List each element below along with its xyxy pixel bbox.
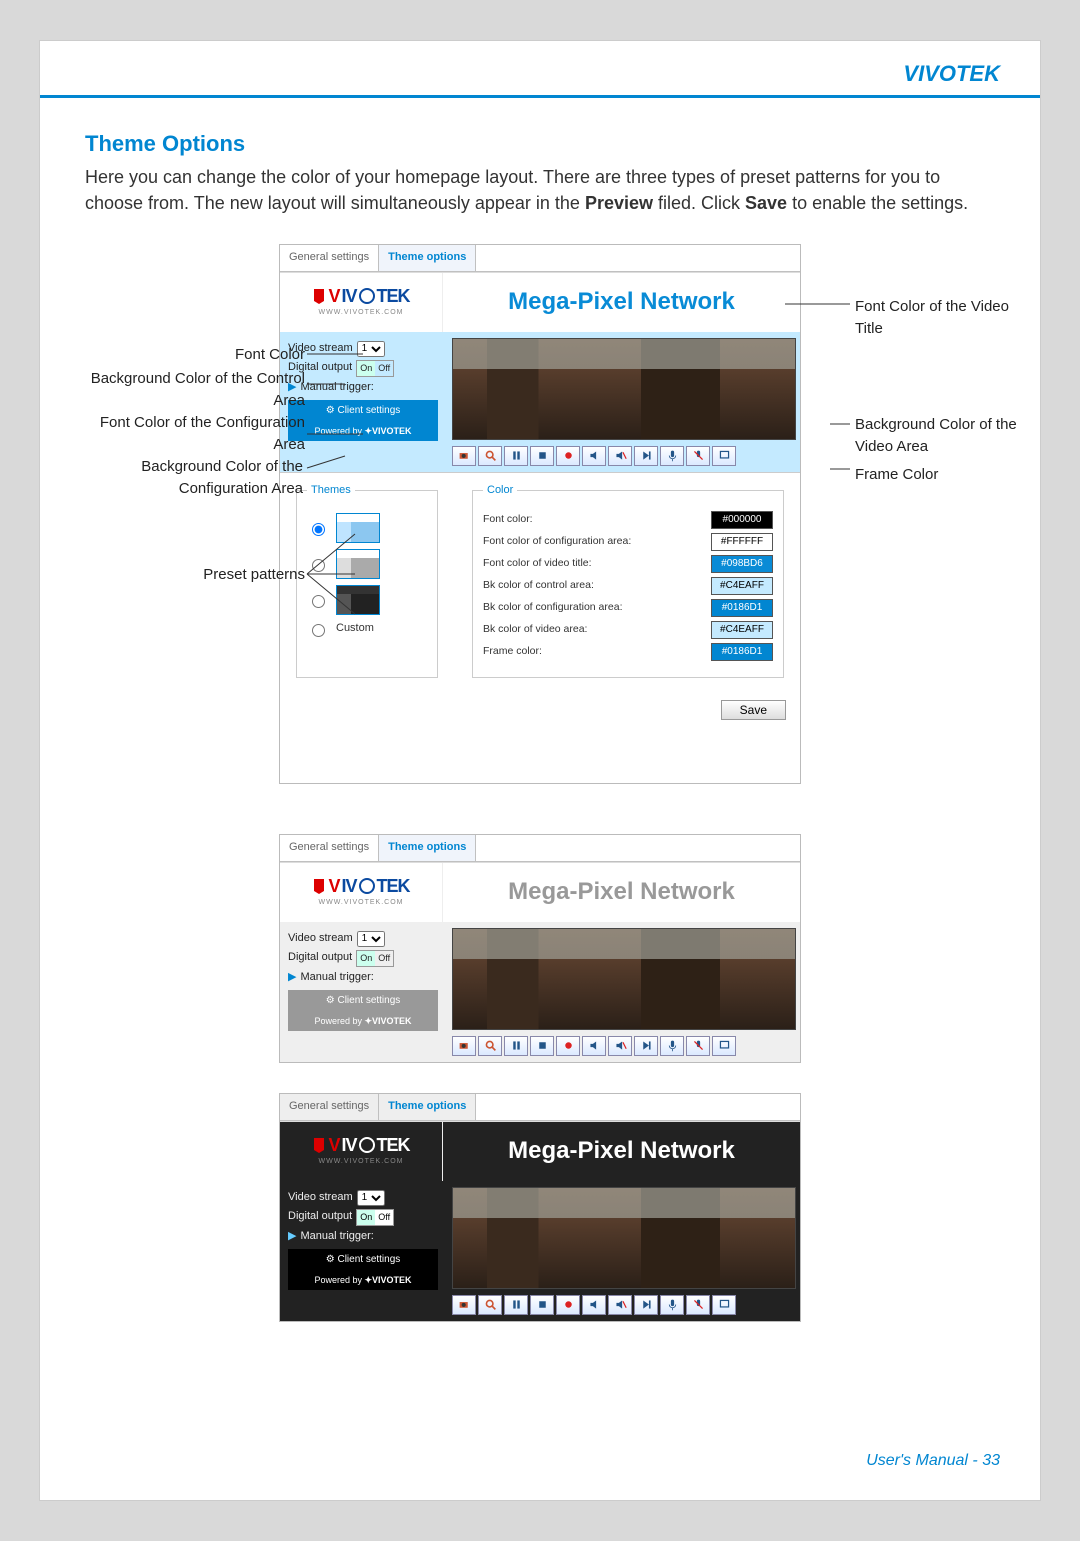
color-value[interactable]: #FFFFFF [711,533,773,551]
tab-general[interactable]: General settings [280,245,379,271]
logo: VIVTEK [312,873,409,899]
color-label: Font color of configuration area: [483,534,631,549]
page-footer: User's Manual - 33 [40,1432,1040,1500]
pause-icon[interactable] [504,1295,528,1315]
next-icon[interactable] [634,1295,658,1315]
color-label: Font color of video title: [483,556,592,571]
fullscreen-icon[interactable] [712,1295,736,1315]
tab-theme[interactable]: Theme options [379,1094,476,1120]
stop-icon[interactable] [530,446,554,466]
color-value[interactable]: #098BD6 [711,555,773,573]
record-icon[interactable] [556,1036,580,1056]
color-value[interactable]: #C4EAFF [711,577,773,595]
tab-general[interactable]: General settings [280,835,379,861]
theme-figure-1: General settings Theme options VIVTEK WW… [279,244,801,784]
record-icon[interactable] [556,1295,580,1315]
color-label: Bk color of configuration area: [483,600,623,615]
next-icon[interactable] [634,1036,658,1056]
color-value[interactable]: #000000 [711,511,773,529]
camera-icon[interactable] [452,1295,476,1315]
intro-paragraph: Here you can change the color of your ho… [85,164,995,216]
section-heading: Theme Options [85,128,995,160]
color-label: Font color: [483,512,533,527]
brand-header: VIVOTEK [40,41,1040,98]
volume-icon[interactable] [582,1036,606,1056]
zoom-icon[interactable] [478,1036,502,1056]
mic-mute-icon[interactable] [686,446,710,466]
pause-icon[interactable] [504,1036,528,1056]
logo: VIVTEK [312,1132,409,1158]
video-title: Mega-Pixel Network [443,1122,800,1181]
tab-general[interactable]: General settings [280,1094,379,1120]
theme-figure-2: General settingsTheme options VIVTEKWWW.… [279,834,801,1063]
color-value[interactable]: #0186D1 [711,643,773,661]
mic-icon[interactable] [660,446,684,466]
mic-icon[interactable] [660,1036,684,1056]
mic-mute-icon[interactable] [686,1295,710,1315]
color-label: Bk color of video area: [483,622,587,637]
video-toolbar [452,446,794,466]
mute-icon[interactable] [608,446,632,466]
record-icon[interactable] [556,446,580,466]
theme-radio-2[interactable] [312,559,325,572]
zoom-icon[interactable] [478,446,502,466]
digital-output-toggle[interactable]: OnOff [356,360,394,377]
camera-icon[interactable] [452,1036,476,1056]
color-label: Bk color of control area: [483,578,594,593]
mic-mute-icon[interactable] [686,1036,710,1056]
video-title: Mega-Pixel Network [443,273,800,332]
zoom-icon[interactable] [478,1295,502,1315]
fullscreen-icon[interactable] [712,1036,736,1056]
color-fieldset: Color Font color:#000000Font color of co… [472,483,784,678]
theme-radio-3[interactable] [312,595,325,608]
video-title: Mega-Pixel Network [443,863,800,922]
theme-radio-custom[interactable] [312,624,325,637]
video-preview [452,338,796,440]
volume-icon[interactable] [582,1295,606,1315]
mic-icon[interactable] [660,1295,684,1315]
save-button[interactable]: Save [721,700,786,720]
fullscreen-icon[interactable] [712,446,736,466]
next-icon[interactable] [634,446,658,466]
logo: VIVTEK [312,283,409,309]
color-value[interactable]: #0186D1 [711,599,773,617]
stop-icon[interactable] [530,1036,554,1056]
volume-icon[interactable] [582,446,606,466]
mute-icon[interactable] [608,1295,632,1315]
pause-icon[interactable] [504,446,528,466]
camera-icon[interactable] [452,446,476,466]
themes-fieldset: Themes Custom [296,483,438,678]
theme-radio-1[interactable] [312,523,325,536]
color-value[interactable]: #C4EAFF [711,621,773,639]
color-label: Frame color: [483,644,542,659]
stream-select[interactable]: 1 [357,341,385,357]
mute-icon[interactable] [608,1036,632,1056]
tab-theme[interactable]: Theme options [379,835,476,861]
client-settings-bar[interactable]: ⚙ Client settings [288,400,438,423]
theme-figure-3: General settingsTheme options VIVTEKWWW.… [279,1093,801,1322]
stop-icon[interactable] [530,1295,554,1315]
tab-theme[interactable]: Theme options [379,245,476,271]
